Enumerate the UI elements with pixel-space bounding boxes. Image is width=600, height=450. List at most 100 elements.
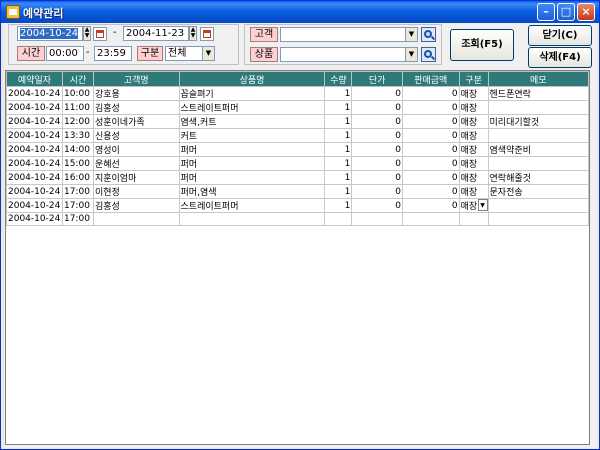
table-cell[interactable]: 1 xyxy=(324,86,353,101)
table-cell[interactable]: 2004-10-24 xyxy=(6,184,63,199)
table-cell[interactable] xyxy=(487,212,589,226)
table-cell[interactable]: 매장 xyxy=(458,86,489,101)
table-row[interactable]: 2004-10-24 14:00 영성이 퍼머 1 0 0 매장 염색약준비 xyxy=(6,142,589,157)
table-cell[interactable]: 매장 xyxy=(458,142,489,157)
maximize-button[interactable]: □ xyxy=(557,3,575,21)
table-cell[interactable]: 0 xyxy=(351,128,403,143)
chevron-down-icon[interactable]: ▼ xyxy=(405,48,417,61)
table-cell[interactable]: 영성이 xyxy=(92,142,180,157)
column-header[interactable]: 시간 xyxy=(61,71,94,87)
table-cell[interactable]: 10:00 xyxy=(61,86,94,101)
table-cell[interactable]: 이현정 xyxy=(92,184,180,199)
table-cell[interactable]: 퍼머,염색 xyxy=(178,184,326,199)
close-button[interactable]: 닫기(C) xyxy=(528,25,592,46)
table-cell[interactable]: 13:30 xyxy=(61,128,94,143)
table-cell[interactable]: 11:00 xyxy=(61,100,94,115)
date-to-spinner[interactable]: ▲ ▼ xyxy=(189,26,197,41)
table-cell[interactable]: 운혜선 xyxy=(92,156,180,171)
table-cell[interactable] xyxy=(487,128,589,143)
table-cell[interactable] xyxy=(487,100,589,115)
time-from-input[interactable]: 00:00 xyxy=(46,46,84,61)
table-cell[interactable]: 0 xyxy=(401,184,460,199)
table-cell[interactable]: 성훈이네가족 xyxy=(92,114,180,129)
table-cell[interactable]: 0 xyxy=(351,198,403,213)
table-cell[interactable]: 17:00 xyxy=(61,184,94,199)
table-cell[interactable]: 신용성 xyxy=(92,128,180,143)
table-row[interactable]: 2004-10-24 13:30 신용성 커트 1 0 0 매장 xyxy=(6,128,589,143)
chevron-down-icon[interactable]: ▼ xyxy=(202,47,214,60)
table-cell[interactable]: 미리대기할것 xyxy=(487,114,589,129)
table-cell[interactable]: 1 xyxy=(324,100,353,115)
table-cell[interactable] xyxy=(92,212,180,226)
table-cell[interactable]: 15:00 xyxy=(61,156,94,171)
customer-search-button[interactable] xyxy=(421,27,436,42)
type-select[interactable]: 전체 ▼ xyxy=(165,46,215,61)
table-cell[interactable]: 2004-10-24 xyxy=(6,128,63,143)
table-cell[interactable]: 염색약준비 xyxy=(487,142,589,157)
table-cell[interactable]: 스트레이트퍼머 xyxy=(178,100,326,115)
table-cell[interactable] xyxy=(324,212,353,226)
table-cell[interactable] xyxy=(401,212,460,226)
table-cell[interactable]: 염색,커트 xyxy=(178,114,326,129)
table-cell[interactable]: 1 xyxy=(324,156,353,171)
table-cell[interactable]: 매장 ▼ xyxy=(458,198,489,213)
column-header[interactable]: 상품명 xyxy=(178,71,326,87)
table-row[interactable]: 2004-10-24 17:00 xyxy=(6,212,589,226)
table-cell[interactable]: 1 xyxy=(324,114,353,129)
chevron-down-icon[interactable]: ▼ xyxy=(477,199,488,211)
table-cell[interactable]: 스트레이트퍼머 xyxy=(178,198,326,213)
table-cell[interactable]: 김홍성 xyxy=(92,100,180,115)
customer-select[interactable]: ▼ xyxy=(280,27,418,42)
table-cell[interactable]: 1 xyxy=(324,142,353,157)
minimize-button[interactable]: – xyxy=(537,3,555,21)
table-cell[interactable]: 매장 xyxy=(458,184,489,199)
table-row[interactable]: 2004-10-24 11:00 김홍성 스트레이트퍼머 1 0 0 매장 xyxy=(6,100,589,115)
product-search-button[interactable] xyxy=(421,47,436,62)
table-row[interactable]: 2004-10-24 15:00 운혜선 퍼머 1 0 0 매장 xyxy=(6,156,589,171)
table-row[interactable]: 2004-10-24 12:00 성훈이네가족 염색,커트 1 0 0 매장 미리대기할것 xyxy=(6,114,589,129)
table-cell[interactable]: 꼽슬펴기 xyxy=(178,86,326,101)
date-from-input[interactable]: 2004-10-24 xyxy=(17,26,83,41)
table-cell[interactable]: 김홍성 xyxy=(92,198,180,213)
table-cell[interactable]: 1 xyxy=(324,170,353,185)
delete-button[interactable]: 삭제(F4) xyxy=(528,47,592,68)
table-cell[interactable]: 0 xyxy=(401,142,460,157)
date-from-spinner[interactable]: ▲ ▼ xyxy=(83,26,91,41)
chevron-down-icon[interactable]: ▼ xyxy=(405,28,417,41)
table-cell[interactable]: 0 xyxy=(401,86,460,101)
table-cell[interactable]: 0 xyxy=(401,128,460,143)
table-row[interactable]: 2004-10-24 16:00 지훈이엄마 퍼머 1 0 0 매장 연락해줄것 xyxy=(6,170,589,185)
column-header[interactable]: 메모 xyxy=(487,71,589,87)
table-cell[interactable]: 0 xyxy=(351,114,403,129)
table-cell[interactable] xyxy=(458,212,489,226)
table-cell[interactable]: 퍼머 xyxy=(178,170,326,185)
table-cell[interactable]: 1 xyxy=(324,128,353,143)
table-cell[interactable]: 12:00 xyxy=(61,114,94,129)
date-to-input[interactable]: 2004-11-23 xyxy=(123,26,189,41)
table-row[interactable]: 2004-10-24 17:00 김홍성 스트레이트퍼머 1 0 0 매장 ▼ xyxy=(6,198,589,213)
date-to-calendar-icon[interactable] xyxy=(200,27,214,41)
table-cell[interactable]: 지훈이엄마 xyxy=(92,170,180,185)
column-header[interactable]: 수량 xyxy=(324,71,353,87)
table-cell[interactable]: 퍼머 xyxy=(178,156,326,171)
table-cell[interactable]: 0 xyxy=(351,86,403,101)
table-row[interactable]: 2004-10-24 10:00 강호용 꼽슬펴기 1 0 0 매장 헨드폰연락 xyxy=(6,86,589,101)
table-cell[interactable]: 매장 xyxy=(458,100,489,115)
column-header[interactable]: 단가 xyxy=(351,71,403,87)
table-cell[interactable]: 0 xyxy=(351,142,403,157)
table-cell[interactable]: 0 xyxy=(401,100,460,115)
table-cell[interactable]: 매장 xyxy=(458,156,489,171)
table-cell[interactable]: 17:00 xyxy=(61,212,94,226)
table-cell[interactable]: 헨드폰연락 xyxy=(487,86,589,101)
table-cell[interactable]: 0 xyxy=(401,156,460,171)
table-cell[interactable]: 퍼머 xyxy=(178,142,326,157)
time-to-input[interactable]: 23:59 xyxy=(94,46,132,61)
search-button[interactable]: 조회(F5) xyxy=(450,29,514,61)
table-cell[interactable]: 매장 xyxy=(458,114,489,129)
table-cell[interactable]: 1 xyxy=(324,184,353,199)
reservation-grid[interactable]: 예약일자 시간 고객명 상품명 수량 단가 판매금액 구분 메모 2004-10-24 10:00… xyxy=(5,70,590,445)
table-cell[interactable]: 강호용 xyxy=(92,86,180,101)
table-cell[interactable]: 커트 xyxy=(178,128,326,143)
table-cell[interactable]: 0 xyxy=(351,100,403,115)
table-cell[interactable]: 2004-10-24 xyxy=(6,142,63,157)
